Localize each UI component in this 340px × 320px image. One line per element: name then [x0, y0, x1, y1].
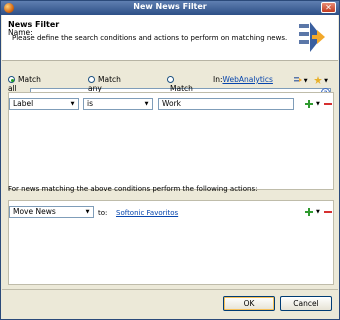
condition-field-value: Label: [13, 99, 34, 108]
condition-field-select[interactable]: Label ▼: [9, 98, 79, 110]
filter-add-icon: [293, 77, 302, 82]
in-label: In:: [213, 75, 223, 84]
chevron-down-icon: ▼: [144, 101, 149, 107]
star-label-icon: [314, 76, 322, 84]
radio-dot-icon: [88, 76, 95, 83]
header-description: Please define the search conditions and …: [12, 34, 288, 42]
condition-value-text: Work: [162, 99, 181, 108]
add-condition-icon[interactable]: [305, 100, 313, 108]
actions-label: For news matching the above conditions p…: [8, 185, 258, 193]
action-type-value: Move News: [13, 207, 56, 216]
action-to-label: to:: [98, 209, 108, 217]
condition-operator-select[interactable]: is ▼: [83, 98, 153, 110]
in-location-link[interactable]: WebAnalytics: [223, 75, 273, 84]
chevron-down-icon: ▼: [85, 209, 90, 215]
chevron-down-icon[interactable]: ▼: [316, 209, 320, 215]
in-location: In:WebAnalytics: [213, 75, 273, 84]
add-action-icon[interactable]: [305, 208, 313, 216]
ok-button[interactable]: OK: [223, 296, 275, 311]
dialog-header: News Filter Please define the search con…: [2, 15, 338, 61]
add-condition-tool[interactable]: ▼: [293, 76, 308, 85]
close-button[interactable]: ✕: [321, 2, 336, 13]
dialog-window: New News Filter ✕ News Filter Please def…: [0, 0, 340, 320]
chevron-down-icon: ▼: [324, 78, 328, 84]
radio-dot-icon: [167, 76, 174, 83]
conditions-panel: Label ▼ is ▼ Work ▼: [8, 92, 334, 190]
chevron-down-icon[interactable]: ▼: [316, 101, 320, 107]
radio-dot-icon: [8, 76, 15, 83]
name-label: Name:: [8, 28, 33, 37]
condition-operator-value: is: [87, 99, 93, 108]
chevron-down-icon: ▼: [70, 101, 75, 107]
condition-tools: ▼ ▼: [290, 76, 328, 86]
filter-wizard-icon: [299, 22, 325, 52]
title-bar[interactable]: New News Filter ✕: [1, 1, 339, 15]
action-target-link[interactable]: Softonic Favoritos: [116, 209, 178, 217]
remove-action-icon[interactable]: [324, 211, 332, 213]
label-tool[interactable]: ▼: [314, 76, 328, 85]
chevron-down-icon: ▼: [303, 78, 308, 84]
cancel-button[interactable]: Cancel: [280, 296, 332, 311]
button-bar-separator: [2, 289, 338, 290]
condition-value-input[interactable]: Work: [158, 98, 294, 110]
action-type-select[interactable]: Move News ▼: [9, 206, 94, 218]
window-title: New News Filter: [133, 2, 207, 11]
remove-condition-icon[interactable]: [324, 103, 332, 105]
